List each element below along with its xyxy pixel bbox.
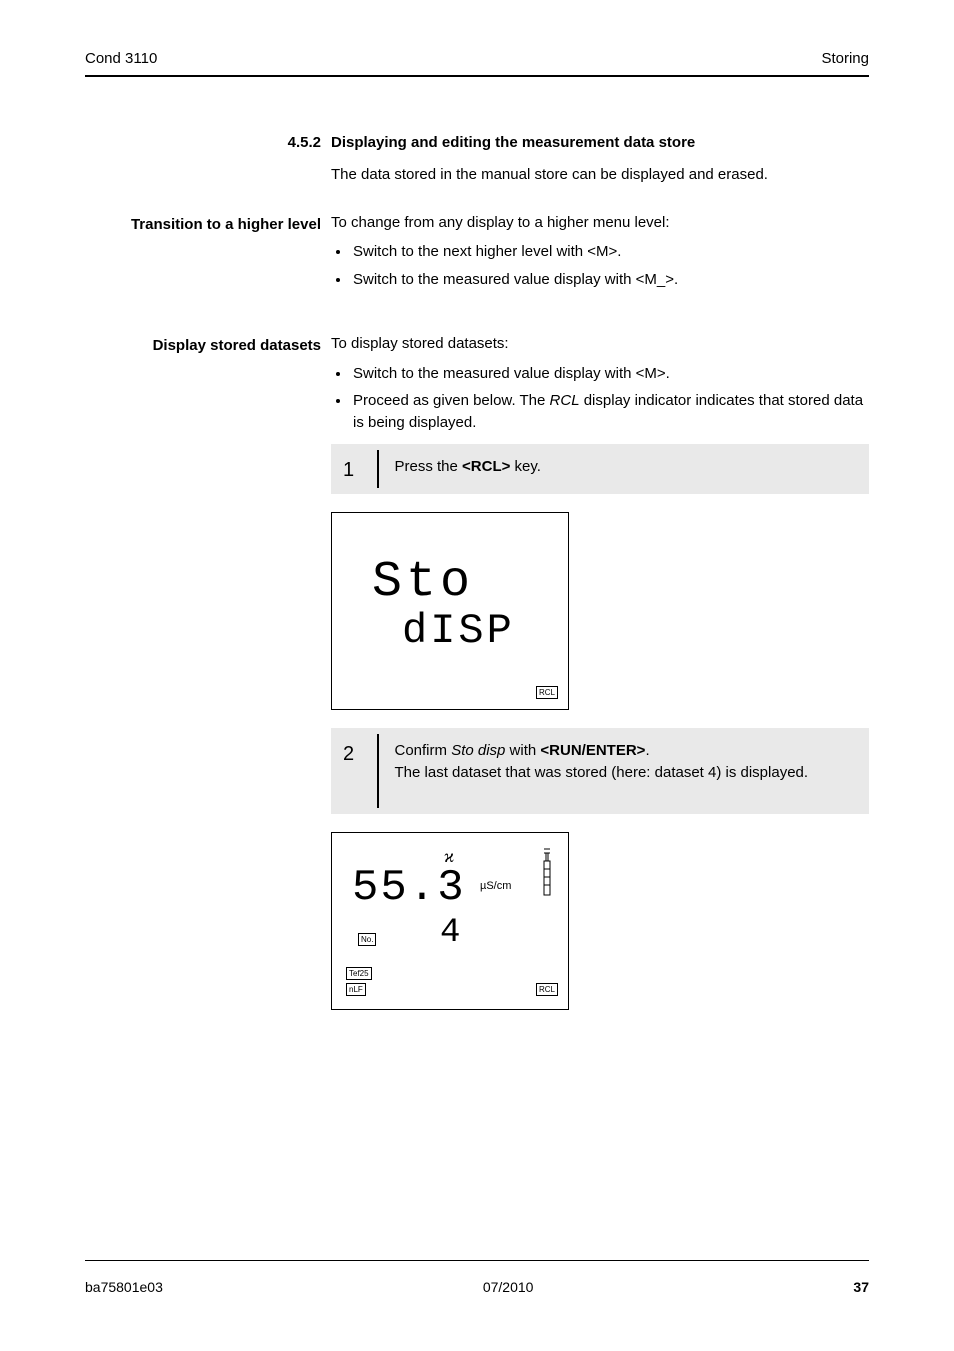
footer-page-number: 37 [853,1279,869,1295]
transition-bullets: Switch to the next higher level with <M>… [331,241,869,291]
step-2-text: Confirm Sto disp with <RUN/ENTER>. The l… [379,728,823,814]
header-device: Cond 3110 [85,50,157,67]
lcd2-dataset-number: 4 [440,909,462,958]
lcd2-unit: µS/cm [480,879,511,895]
lcd2-nlf-tag: nLF [346,983,366,996]
transition-intro: To change from any display to a higher m… [331,212,869,234]
lcd2-tef-tag: Tef25 [346,967,372,980]
step-2: 2 Confirm Sto disp with <RUN/ENTER>. The… [331,728,869,814]
footer-date: 07/2010 [483,1279,534,1295]
section-number: 4.5.2 [85,132,331,154]
section-intro-row: The data stored in the manual store can … [85,156,869,194]
probe-icon [540,847,554,899]
lcd-display-1: Sto dISP RCL [331,512,569,710]
step-1: 1 Press the <RCL> key. [331,444,869,494]
display-stored-bullet-1: Switch to the measured value display wit… [351,363,869,385]
step-1-text: Press the <RCL> key. [379,444,555,494]
footer-docid: ba75801e03 [85,1279,163,1295]
transition-bullet-1: Switch to the next higher level with <M>… [351,241,869,263]
transition-block: Transition to a higher level To change f… [85,212,869,297]
display-stored-intro: To display stored datasets: [331,333,869,355]
transition-bullet-2: Switch to the measured value display wit… [351,269,869,291]
lcd1-rcl-indicator: RCL [536,686,558,699]
step-1-number: 1 [331,444,377,494]
display-stored-bullets: Switch to the measured value display wit… [331,363,869,434]
bullet2-rcl: RCL [550,392,580,409]
section-heading-row: 4.5.2 Displaying and editing the measure… [85,132,869,154]
display-stored-bullet-2: Proceed as given below. The RCL display … [351,390,869,434]
header-section: Storing [821,50,869,67]
display-stored-label: Display stored datasets [85,333,331,357]
transition-label: Transition to a higher level [85,212,331,236]
section-title: Displaying and editing the measurement d… [331,132,869,154]
display-stored-block: Display stored datasets To display store… [85,333,869,1028]
lcd1-line2: dISP [402,601,515,662]
lcd2-rcl-indicator: RCL [536,983,558,996]
bullet2-prefix: Proceed as given below. The [353,392,550,409]
lcd-display-2: ϰ 55.3 µS/cm 4 No. Tef25 nLF RCL [331,832,569,1010]
footer-rule [85,1260,869,1261]
section-intro: The data stored in the manual store can … [331,164,869,186]
step-2-number: 2 [331,728,377,814]
page-footer: ba75801e03 07/2010 37 [85,1279,869,1295]
header-rule [85,75,869,77]
lcd2-no-tag: No. [358,933,376,946]
